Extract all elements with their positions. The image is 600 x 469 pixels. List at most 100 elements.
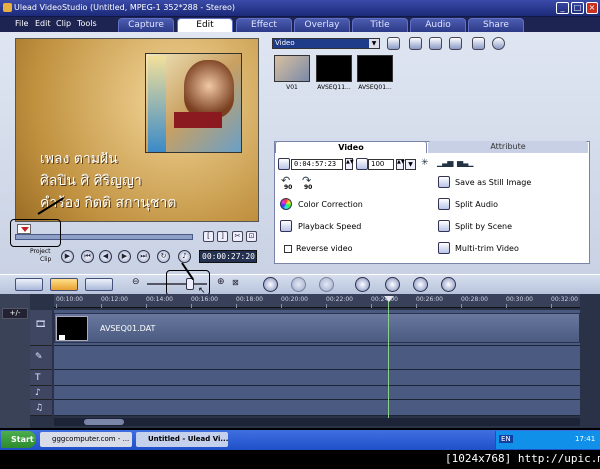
ruler-tick-mark (146, 304, 147, 308)
fade-out-icon[interactable]: ✳ (421, 158, 429, 168)
tab-share[interactable]: Share (468, 18, 524, 32)
fade-in-bars-icon[interactable]: ▁▃▅ (437, 158, 454, 167)
insert-media-icon[interactable] (263, 277, 278, 292)
chevron-down-icon[interactable]: ▼ (369, 39, 379, 48)
title-bar: Ulead VideoStudio (Untitled, MPEG-1 352*… (0, 0, 600, 17)
capture-icon[interactable] (429, 37, 442, 50)
taskbar-item-browser[interactable]: gggcomputer.com - ... (40, 432, 132, 447)
language-indicator[interactable]: EN (499, 435, 513, 443)
smart-proxy-icon[interactable] (355, 277, 370, 292)
timeline-scrollbar[interactable] (54, 418, 580, 426)
close-button[interactable]: × (586, 2, 598, 14)
clip-name: AVSEQ01.DAT (100, 324, 156, 333)
audio-view-button[interactable] (85, 278, 113, 291)
home-button[interactable]: ⏮ (81, 250, 94, 263)
track-manager-rail: +/- (0, 294, 30, 428)
tab-edit[interactable]: Edit (177, 18, 233, 32)
timeline-view-button[interactable] (50, 278, 78, 291)
multi-trim-video-button[interactable]: Multi-trim Video (455, 244, 519, 253)
start-button[interactable]: Start (1, 431, 36, 448)
timeline-ruler[interactable] (54, 294, 580, 308)
library-thumbnail[interactable] (274, 55, 310, 82)
volume-dropdown[interactable]: ▼ (405, 159, 416, 170)
color-correction-button[interactable]: Color Correction (298, 200, 363, 209)
library-manager-icon[interactable] (472, 37, 485, 50)
storyboard-view-button[interactable] (15, 278, 43, 291)
music-track[interactable] (54, 400, 580, 416)
zoom-out-icon[interactable]: ⊖ (132, 277, 140, 287)
split-audio-button[interactable]: Split Audio (455, 200, 498, 209)
sort-icon[interactable] (409, 37, 422, 50)
add-track-button[interactable]: +/- (2, 308, 28, 319)
enlarge-preview-button[interactable]: ⊡ (246, 231, 257, 242)
menu-clip[interactable]: Clip (56, 19, 71, 28)
cut-clip-button[interactable]: ✂ (232, 231, 243, 242)
tab-audio[interactable]: Audio (410, 18, 466, 32)
timecode-display[interactable]: 00:00:27:20 (199, 250, 257, 263)
ruler-tick-label: 00:28:00 (461, 296, 488, 303)
menu-edit[interactable]: Edit (35, 19, 51, 28)
redo-icon[interactable] (319, 277, 334, 292)
duration-field[interactable]: 0:04:57:23 (291, 159, 343, 170)
scene-detect-icon[interactable] (413, 277, 428, 292)
tab-video[interactable]: Video (275, 141, 427, 153)
ruler-tick-label: 00:24:00 (371, 296, 398, 303)
overlay-track[interactable] (54, 346, 580, 370)
tab-overlay[interactable]: Overlay (294, 18, 350, 32)
library-dropdown[interactable]: Video ▼ (272, 38, 380, 49)
tab-capture[interactable]: Capture (118, 18, 174, 32)
voice-track[interactable] (54, 386, 580, 400)
clip-mode-label[interactable]: Clip (40, 256, 52, 263)
volume-stepper[interactable]: ▲▼ (396, 159, 405, 170)
menu-file[interactable]: File (15, 19, 28, 28)
fit-project-icon[interactable]: ⊠ (232, 278, 239, 287)
title-track[interactable] (54, 370, 580, 386)
scrollbar-thumb[interactable] (84, 419, 124, 425)
timeline-playhead[interactable] (388, 296, 389, 420)
ruler-tick-label: 00:12:00 (101, 296, 128, 303)
ruler-tick-label: 00:18:00 (236, 296, 263, 303)
fade-out-bars-icon[interactable]: ▅▃▁ (457, 158, 474, 167)
app-icon (3, 3, 12, 12)
mark-out-button[interactable]: ] (217, 231, 228, 242)
volume-field[interactable]: 100 (368, 159, 394, 170)
expand-icon[interactable] (492, 37, 505, 50)
image-source-caption: [1024x768] http://upic.me/ (445, 452, 600, 465)
volume-button[interactable]: ♪ (178, 250, 191, 263)
minimize-button[interactable]: _ (556, 2, 569, 14)
project-mode-label[interactable]: Project (30, 248, 51, 255)
undo-icon[interactable] (291, 277, 306, 292)
next-frame-button[interactable]: ▶ (118, 250, 131, 263)
library-thumbnail[interactable] (357, 55, 393, 82)
video-track-icon: 🎞 (35, 320, 47, 330)
batch-convert-icon[interactable] (385, 277, 400, 292)
mark-in-button[interactable]: [ (203, 231, 214, 242)
tab-effect[interactable]: Effect (236, 18, 292, 32)
play-button[interactable]: ▶ (61, 250, 74, 263)
preview-window: เพลง ตามฝัน ศิลปิน ศิ ศิริญญา คำร้อง กิต… (15, 38, 259, 222)
ruler-tick-mark (101, 304, 102, 308)
taskbar-item-videostudio[interactable]: Untitled - Ulead Vi... (136, 432, 228, 447)
repeat-button[interactable]: ↻ (157, 250, 170, 263)
options-menu-icon[interactable] (441, 277, 456, 292)
playback-speed-button[interactable]: Playback Speed (298, 222, 361, 231)
previous-frame-button[interactable]: ◀ (99, 250, 112, 263)
library-thumbnail[interactable] (316, 55, 352, 82)
reverse-video-checkbox[interactable] (284, 245, 292, 253)
maximize-button[interactable]: □ (571, 2, 584, 14)
tab-attribute[interactable]: Attribute (428, 141, 588, 153)
ruler-tick-label: 00:26:00 (416, 296, 443, 303)
save-still-image-button[interactable]: Save as Still Image (455, 178, 531, 187)
open-folder-icon[interactable] (387, 37, 400, 50)
split-by-scene-button[interactable]: Split by Scene (455, 222, 512, 231)
refresh-icon[interactable] (449, 37, 462, 50)
multi-trim-icon (438, 242, 450, 254)
ruler-tick-mark (416, 304, 417, 308)
menu-tools[interactable]: Tools (77, 19, 97, 28)
ruler-tick-mark (191, 304, 192, 308)
split-scene-icon (438, 220, 450, 232)
end-button[interactable]: ⏭ (137, 250, 150, 263)
tab-title[interactable]: Title (352, 18, 408, 32)
duration-stepper[interactable]: ▲▼ (345, 158, 354, 170)
zoom-in-icon[interactable]: ⊕ (217, 277, 225, 287)
